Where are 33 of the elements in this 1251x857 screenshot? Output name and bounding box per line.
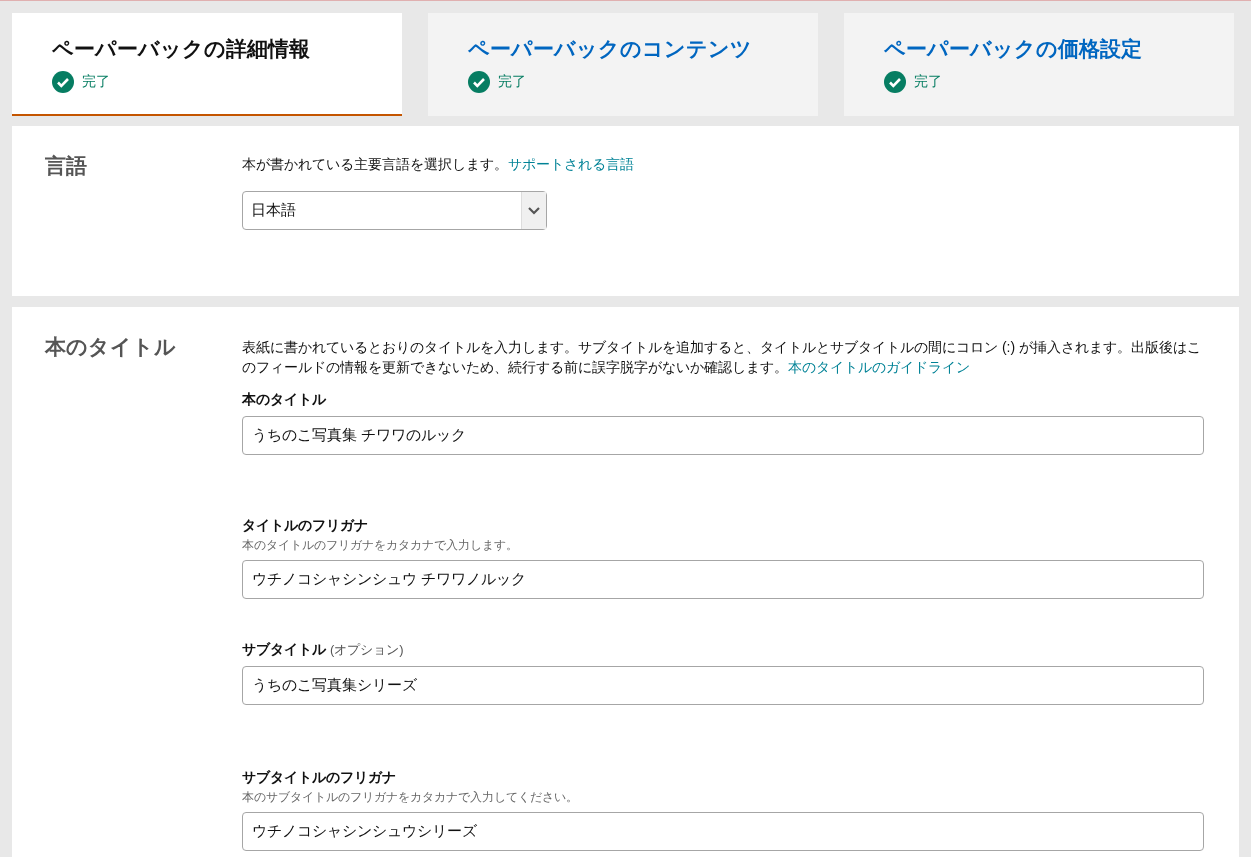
optional-label: (オプション) — [330, 641, 404, 659]
checkmark-icon — [468, 70, 490, 93]
text-field[interactable]: うちのこ写真集シリーズ — [242, 666, 1204, 705]
hint-text: 本のサブタイトルのフリガナをカタカナで入力してください。 — [242, 789, 579, 806]
select-value: 日本語 — [250, 200, 297, 221]
field-label: 本のタイトル — [242, 390, 326, 409]
status-text: 完了 — [82, 72, 110, 91]
section-heading: 言語 — [44, 153, 88, 179]
step-title: ペーパーバックの価格設定 — [884, 36, 1143, 62]
link[interactable]: サポートされる言語 — [508, 156, 634, 172]
step-tab[interactable]: ペーパーバックの詳細情報 完了 — [12, 13, 402, 116]
text-field[interactable]: ウチノコシャシンシュウ チワワノルック — [242, 560, 1204, 599]
section-heading: 本のタイトル — [43, 334, 177, 360]
step-tab[interactable]: ペーパーバックの価格設定 完了 — [844, 13, 1234, 116]
description-text: 表紙に書かれているとおりのタイトルを入力します。サブタイトルを追加すると、タイトルとサブタイトルの間にコロン (:) が挿入されます。出版後はこのフィールドの情報を更新できないため、続行する前に誤字脱字がないか確認します。本のタイトルのガイドライン — [242, 338, 1202, 377]
text-field[interactable]: ウチノコシャシンシュウシリーズ — [242, 812, 1204, 851]
status-text: 完了 — [914, 72, 942, 91]
step-tab[interactable]: ペーパーバックのコンテンツ 完了 — [428, 13, 818, 116]
field-label: サブタイトル — [242, 640, 326, 659]
link[interactable]: 本のタイトルのガイドライン — [788, 359, 970, 375]
checkmark-icon — [884, 70, 906, 93]
checkmark-icon — [52, 70, 74, 93]
description-text: 本が書かれている主要言語を選択します。サポートされる言語 — [242, 155, 634, 174]
status-text: 完了 — [498, 72, 526, 91]
field-label: タイトルのフリガナ — [242, 516, 368, 535]
field-label: サブタイトルのフリガナ — [242, 768, 396, 787]
hint-text: 本のタイトルのフリガナをカタカナで入力します。 — [242, 537, 519, 554]
chevron-down-icon — [528, 206, 540, 215]
language-select[interactable]: 日本語 — [242, 191, 547, 230]
step-title: ペーパーバックのコンテンツ — [468, 36, 753, 62]
text-field[interactable]: うちのこ写真集 チワワのルック — [242, 416, 1204, 455]
dropdown-button[interactable] — [521, 192, 546, 229]
step-title: ペーパーバックの詳細情報 — [52, 36, 311, 62]
